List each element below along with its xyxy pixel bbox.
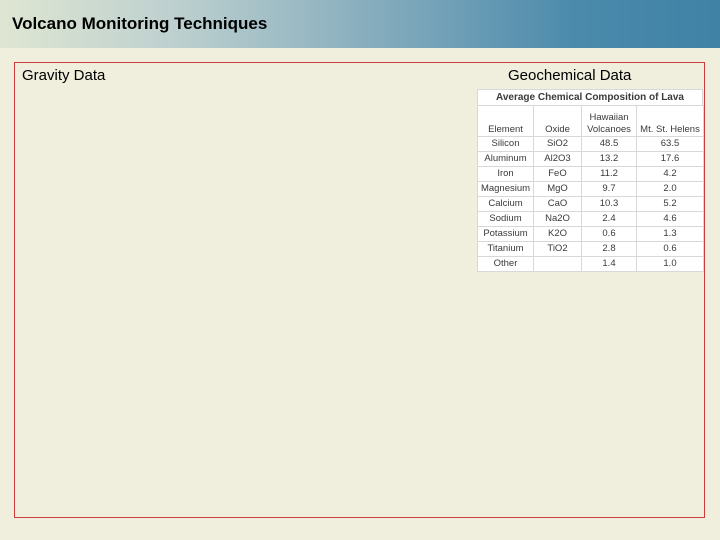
cell-hawaiian: 9.7 xyxy=(581,181,637,197)
title-bar: Volcano Monitoring Techniques xyxy=(0,0,720,48)
table-row: Sodium Na2O 2.4 4.6 xyxy=(477,211,704,227)
table-row: Silicon SiO2 48.5 63.5 xyxy=(477,136,704,152)
cell-st-helens: 5.2 xyxy=(636,196,704,212)
table-row: Potassium K2O 0.6 1.3 xyxy=(477,226,704,242)
cell-oxide: Al2O3 xyxy=(533,151,582,167)
cell-oxide: SiO2 xyxy=(533,136,582,152)
table-row: Magnesium MgO 9.7 2.0 xyxy=(477,181,704,197)
cell-element: Potassium xyxy=(477,226,534,242)
cell-st-helens: 4.6 xyxy=(636,211,704,227)
table-caption: Average Chemical Composition of Lava xyxy=(477,89,703,105)
cell-oxide: Na2O xyxy=(533,211,582,227)
cell-st-helens: 1.0 xyxy=(636,256,704,272)
table-header-row: Element Oxide Hawaiian Volcanoes Mt. St.… xyxy=(477,105,704,137)
cell-oxide: TiO2 xyxy=(533,241,582,257)
cell-st-helens: 63.5 xyxy=(636,136,704,152)
cell-element: Magnesium xyxy=(477,181,534,197)
column-header-hawaiian: Hawaiian Volcanoes xyxy=(581,105,637,137)
cell-hawaiian: 48.5 xyxy=(581,136,637,152)
table-row: Other 1.4 1.0 xyxy=(477,256,704,272)
column-header-st-helens: Mt. St. Helens xyxy=(636,105,704,137)
cell-oxide xyxy=(533,256,582,272)
cell-element: Iron xyxy=(477,166,534,182)
cell-element: Sodium xyxy=(477,211,534,227)
table-row: Aluminum Al2O3 13.2 17.6 xyxy=(477,151,704,167)
cell-hawaiian: 2.8 xyxy=(581,241,637,257)
cell-st-helens: 0.6 xyxy=(636,241,704,257)
geochemical-data-heading: Geochemical Data xyxy=(508,67,632,84)
column-header-oxide: Oxide xyxy=(533,105,582,137)
cell-element: Silicon xyxy=(477,136,534,152)
slide-title: Volcano Monitoring Techniques xyxy=(12,14,268,33)
lava-composition-table: Average Chemical Composition of Lava Ele… xyxy=(477,89,704,272)
cell-hawaiian: 2.4 xyxy=(581,211,637,227)
cell-hawaiian: 11.2 xyxy=(581,166,637,182)
table-row: Titanium TiO2 2.8 0.6 xyxy=(477,241,704,257)
cell-element: Aluminum xyxy=(477,151,534,167)
column-header-element: Element xyxy=(477,105,534,137)
cell-oxide: MgO xyxy=(533,181,582,197)
cell-hawaiian: 13.2 xyxy=(581,151,637,167)
cell-oxide: FeO xyxy=(533,166,582,182)
cell-hawaiian: 1.4 xyxy=(581,256,637,272)
gravity-data-heading: Gravity Data xyxy=(22,67,106,84)
cell-st-helens: 1.3 xyxy=(636,226,704,242)
cell-element: Other xyxy=(477,256,534,272)
cell-hawaiian: 10.3 xyxy=(581,196,637,212)
table-row: Calcium CaO 10.3 5.2 xyxy=(477,196,704,212)
cell-st-helens: 2.0 xyxy=(636,181,704,197)
cell-hawaiian: 0.6 xyxy=(581,226,637,242)
cell-st-helens: 17.6 xyxy=(636,151,704,167)
cell-element: Titanium xyxy=(477,241,534,257)
cell-st-helens: 4.2 xyxy=(636,166,704,182)
cell-oxide: K2O xyxy=(533,226,582,242)
cell-oxide: CaO xyxy=(533,196,582,212)
cell-element: Calcium xyxy=(477,196,534,212)
table-row: Iron FeO 11.2 4.2 xyxy=(477,166,704,182)
composition-table: Element Oxide Hawaiian Volcanoes Mt. St.… xyxy=(477,105,704,272)
